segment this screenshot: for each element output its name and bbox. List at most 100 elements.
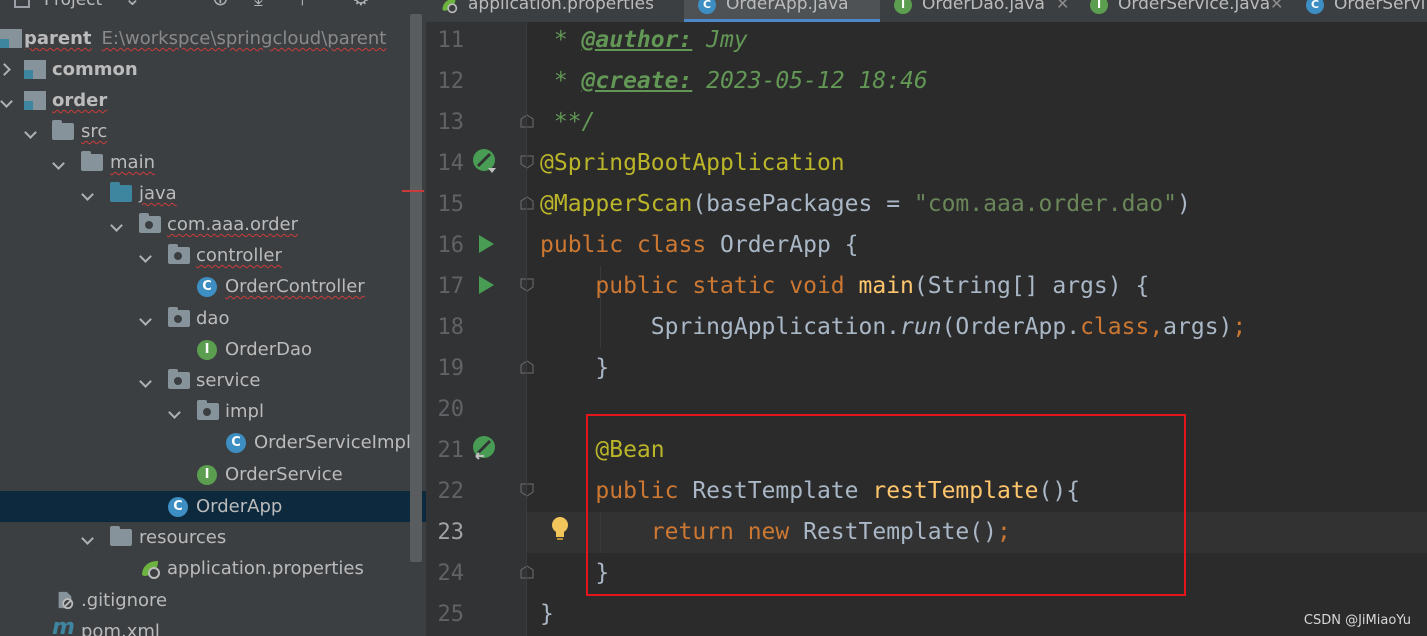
tree-item-label: controller xyxy=(196,245,282,266)
tab-orderdao-java[interactable]: I OrderDao.java ✕ xyxy=(880,0,1076,22)
class-icon: C xyxy=(197,277,217,297)
spring-bean-gutter-icon[interactable] xyxy=(472,148,498,174)
line-number: 22 xyxy=(437,479,465,504)
package-icon xyxy=(197,400,219,420)
highlight-box xyxy=(586,414,1186,596)
project-icon xyxy=(14,0,30,8)
code-line-19: } xyxy=(540,355,610,381)
tree-item-orderservice[interactable]: I OrderService xyxy=(0,459,426,490)
tree-item-label: .gitignore xyxy=(81,590,168,611)
tree-item-label: java xyxy=(139,183,177,204)
tree-item-application-properties[interactable]: application.properties xyxy=(0,553,426,584)
tab-label: OrderService.java xyxy=(1118,0,1271,14)
package-icon xyxy=(168,369,190,389)
tree-item-label: OrderApp xyxy=(196,496,283,517)
editor-gutter: 11 12 13 14 15 16 17 18 19 20 21 22 23 2… xyxy=(426,22,534,636)
tree-item-label: com.aaa.order xyxy=(167,214,298,235)
run-icon[interactable] xyxy=(479,235,494,253)
close-icon[interactable]: ✕ xyxy=(1056,0,1069,22)
tab-label: OrderServi xyxy=(1334,0,1426,14)
line-number: 16 xyxy=(437,233,465,258)
tree-item-impl[interactable]: impl xyxy=(0,396,426,427)
spring-properties-icon xyxy=(142,561,160,579)
line-number-current: 23 xyxy=(437,520,465,545)
line-number: 15 xyxy=(437,192,465,217)
tree-item-label: pom.xml xyxy=(81,621,160,636)
tree-item-common[interactable]: common xyxy=(0,54,426,85)
module-path: E:\workspce\springcloud\parent xyxy=(101,28,387,49)
tree-item-ordercontroller[interactable]: C OrderController xyxy=(0,271,426,302)
collapse-all-icon[interactable]: ⤒ xyxy=(298,0,307,8)
tree-item-service[interactable]: service xyxy=(0,365,426,396)
tree-item-src[interactable]: src xyxy=(0,116,426,147)
run-icon[interactable] xyxy=(479,276,494,294)
line-number: 17 xyxy=(437,274,465,299)
tree-item-orderapp[interactable]: C OrderApp xyxy=(0,491,426,522)
tree-item-controller[interactable]: controller xyxy=(0,240,426,271)
resources-folder-icon xyxy=(110,526,132,546)
spring-bean-navigate-icon[interactable] xyxy=(472,435,498,461)
tree-item-order[interactable]: order xyxy=(0,85,426,116)
line-number: 13 xyxy=(437,110,465,135)
fold-end-icon[interactable] xyxy=(520,360,534,374)
fold-end-icon[interactable] xyxy=(520,114,534,128)
expand-all-icon[interactable]: ⤓ xyxy=(254,0,263,8)
code-line-16: public class OrderApp { xyxy=(540,232,859,258)
minimize-icon[interactable]: – xyxy=(396,0,406,8)
spring-properties-icon xyxy=(442,0,458,14)
tree-item-gitignore[interactable]: .gitignore xyxy=(0,585,426,616)
gear-icon[interactable]: ⚙ xyxy=(352,0,370,8)
code-line-15: @MapperScan(basePackages = "com.aaa.orde… xyxy=(540,191,1191,217)
tree-item-label: service xyxy=(196,370,261,391)
tab-orderapp-java[interactable]: C OrderApp.java xyxy=(684,0,880,22)
interface-icon: I xyxy=(197,465,217,485)
line-number: 21 xyxy=(437,438,465,463)
interface-icon: I xyxy=(197,340,217,360)
spring-boot-class-icon: C xyxy=(698,0,716,14)
code-line-17: public static void main(String[] args) { xyxy=(540,273,1150,299)
code-line-12: * @create: 2023-05-12 18:46 xyxy=(540,68,928,94)
tree-item-dao[interactable]: dao xyxy=(0,303,426,334)
project-panel-header: Project ⌄ ⊕ ⤓ ⤒ ⚙ – xyxy=(0,0,426,12)
line-number: 14 xyxy=(437,151,465,176)
tree-item-label: impl xyxy=(225,401,264,422)
line-number: 18 xyxy=(437,315,465,340)
tree-item-java[interactable]: java xyxy=(0,178,426,209)
line-number: 12 xyxy=(437,69,465,94)
class-icon: C xyxy=(226,433,246,453)
line-number: 20 xyxy=(437,397,465,422)
tree-item-main[interactable]: main xyxy=(0,147,426,178)
folder-icon xyxy=(52,120,74,140)
project-scrollbar[interactable] xyxy=(410,14,422,562)
tree-item-com-aaa-order[interactable]: com.aaa.order xyxy=(0,209,426,240)
tree-item-orderserviceimpl[interactable]: C OrderServiceImpl xyxy=(0,427,426,458)
fold-end-icon[interactable] xyxy=(520,196,534,210)
tree-item-label: OrderServiceImpl xyxy=(254,432,411,453)
tree-item-resources[interactable]: resources xyxy=(0,522,426,553)
project-panel-title[interactable]: Project xyxy=(44,0,102,10)
tree-item-pom-xml[interactable]: m pom.xml xyxy=(0,616,426,636)
fold-end-icon[interactable] xyxy=(520,565,534,579)
tree-item-parent[interactable]: parent E:\workspce\springcloud\parent xyxy=(0,23,426,54)
class-icon: C xyxy=(1306,0,1324,14)
tree-item-label: common xyxy=(52,59,138,80)
code-editor[interactable]: 11 12 13 14 15 16 17 18 19 20 21 22 23 2… xyxy=(426,22,1427,636)
chevron-down-icon[interactable]: ⌄ xyxy=(124,0,141,8)
tree-item-label: OrderDao xyxy=(225,339,313,360)
tab-application-properties[interactable]: application.properties xyxy=(426,0,684,22)
tree-item-orderdao[interactable]: I OrderDao xyxy=(0,334,426,365)
source-folder-icon xyxy=(110,182,132,202)
close-icon[interactable]: ✕ xyxy=(1270,0,1283,22)
watermark: CSDN @JiMiaoYu xyxy=(1303,613,1411,628)
module-icon xyxy=(24,91,46,110)
tab-orderservice-java[interactable]: I OrderService.java ✕ xyxy=(1076,0,1292,22)
tab-orderservice-impl[interactable]: C OrderServi xyxy=(1292,0,1427,22)
fold-start-icon[interactable] xyxy=(520,278,534,292)
tree-item-label: resources xyxy=(139,527,227,548)
package-icon xyxy=(168,307,190,327)
line-number: 11 xyxy=(437,28,465,53)
locate-icon[interactable]: ⊕ xyxy=(212,0,229,8)
fold-start-icon[interactable] xyxy=(520,155,534,169)
fold-start-icon[interactable] xyxy=(520,483,534,497)
tab-label: OrderApp.java xyxy=(726,0,849,14)
